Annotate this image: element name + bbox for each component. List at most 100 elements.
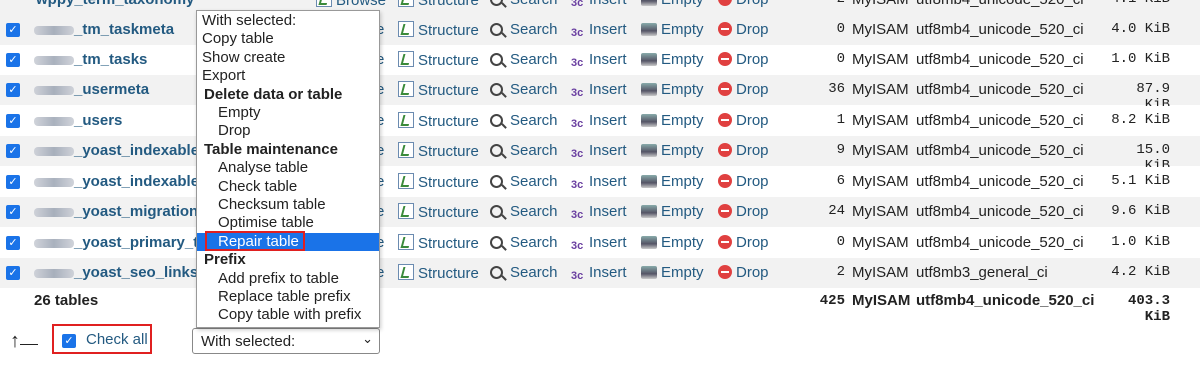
insert-link[interactable]: 3cInsert	[571, 51, 627, 70]
empty-link[interactable]: Empty	[641, 264, 704, 281]
table-name-link[interactable]: _yoast_indexable	[74, 142, 199, 159]
search-link[interactable]: Search	[490, 234, 558, 251]
empty-link[interactable]: Empty	[641, 142, 704, 159]
drop-link[interactable]: Drop	[718, 264, 769, 281]
row-checkbox[interactable]: ✓	[6, 23, 20, 37]
menu-item[interactable]: Empty	[197, 104, 379, 122]
drop-link[interactable]: Drop	[718, 51, 769, 68]
menu-item[interactable]: Add prefix to table	[197, 270, 379, 288]
drop-link[interactable]: Drop	[718, 142, 769, 159]
empty-link[interactable]: Empty	[641, 81, 704, 98]
table-row[interactable]: ✓ _yoast_seo_links e Structure Search 3c Inser…	[0, 258, 1200, 288]
insert-link[interactable]: 3cInsert	[571, 81, 627, 100]
structure-link[interactable]: Structure	[398, 142, 479, 160]
browse-link[interactable]: Browse	[316, 0, 386, 9]
table-row[interactable]: ✓ _usermeta e Structure Search 3c Insert Empty D…	[0, 75, 1200, 113]
table-name-link[interactable]: _usermeta	[74, 81, 149, 98]
with-selected-select[interactable]: With selected: ⌄	[192, 328, 380, 354]
row-checkbox[interactable]: ✓	[6, 266, 20, 280]
table-row[interactable]: ✓ _users e Structure Search 3c Insert Empty Drop…	[0, 106, 1200, 136]
drop-link[interactable]: Drop	[718, 21, 769, 38]
menu-item[interactable]: Show create	[197, 49, 379, 67]
table-name-link[interactable]: wppy_term_taxonomy	[36, 0, 194, 8]
check-all-label[interactable]: Check all	[86, 331, 148, 348]
structure-link[interactable]: Structure	[398, 51, 479, 69]
row-checkbox[interactable]: ✓	[6, 114, 20, 128]
table-row[interactable]: ✓ _yoast_indexable e Structure Search 3c Inser…	[0, 136, 1200, 174]
search-link[interactable]: Search	[490, 112, 558, 129]
empty-link[interactable]: Empty	[641, 173, 704, 190]
insert-icon: 3c	[571, 179, 584, 191]
menu-item[interactable]: Replace table prefix	[197, 288, 379, 306]
drop-link[interactable]: Drop	[718, 234, 769, 251]
menu-item[interactable]: Checksum table	[197, 196, 379, 214]
search-link[interactable]: Search	[490, 203, 558, 220]
row-checkbox[interactable]: ✓	[6, 83, 20, 97]
drop-link[interactable]: Drop	[718, 173, 769, 190]
menu-item[interactable]: Copy table with prefix	[197, 306, 379, 324]
table-name-link[interactable]: _yoast_migrations	[74, 203, 207, 220]
table-name-link[interactable]: _tm_tasks	[74, 51, 147, 68]
search-link[interactable]: Search	[490, 264, 558, 281]
drop-link[interactable]: Drop	[718, 203, 769, 220]
drop-link[interactable]: Drop	[718, 81, 769, 98]
empty-link[interactable]: Empty	[641, 112, 704, 129]
insert-link[interactable]: 3cInsert	[571, 264, 627, 283]
drop-link[interactable]: Drop	[718, 112, 769, 129]
structure-link[interactable]: Structure	[398, 81, 479, 99]
empty-link[interactable]: Empty	[641, 51, 704, 68]
insert-link[interactable]: 3cInsert	[571, 142, 627, 161]
empty-link[interactable]: Empty	[641, 203, 704, 220]
structure-link[interactable]: Structure	[398, 264, 479, 282]
table-name-link[interactable]: _yoast_seo_links	[74, 264, 198, 281]
insert-link[interactable]: 3cInsert	[571, 173, 627, 192]
search-link[interactable]: Search	[490, 81, 558, 98]
empty-link[interactable]: Empty	[641, 234, 704, 251]
insert-icon: 3c	[571, 209, 584, 221]
table-row[interactable]: wppy_term_taxonomy ★ Browse Structure Search…	[0, 0, 1200, 15]
row-checkbox[interactable]: ✓	[6, 175, 20, 189]
menu-item[interactable]: Check table	[197, 178, 379, 196]
row-checkbox[interactable]: ✓	[6, 144, 20, 158]
search-link[interactable]: Search	[490, 142, 558, 159]
star-icon[interactable]: ★	[277, 0, 295, 1]
check-all-checkbox[interactable]: ✓	[62, 334, 76, 348]
insert-link[interactable]: 3cInsert	[571, 234, 627, 253]
menu-item[interactable]: Copy table	[197, 30, 379, 48]
insert-link[interactable]: 3cInsert	[571, 112, 627, 131]
drop-link[interactable]: Drop	[718, 0, 769, 8]
structure-link[interactable]: Structure	[398, 112, 479, 130]
structure-link[interactable]: Structure	[398, 0, 479, 9]
table-row[interactable]: ✓ _tm_tasks e Structure Search 3c Insert Empty D…	[0, 45, 1200, 75]
search-link[interactable]: Search	[490, 0, 558, 8]
menu-item[interactable]: Drop	[197, 122, 379, 140]
search-link[interactable]: Search	[490, 173, 558, 190]
row-checkbox[interactable]: ✓	[6, 205, 20, 219]
search-link[interactable]: Search	[490, 21, 558, 38]
table-name-link[interactable]: _yoast_indexable	[74, 173, 199, 190]
search-link[interactable]: Search	[490, 51, 558, 68]
menu-item[interactable]: With selected:	[197, 12, 379, 30]
row-checkbox[interactable]: ✓	[6, 236, 20, 250]
row-checkbox[interactable]: ✓	[6, 53, 20, 67]
table-name-link[interactable]: _yoast_primary_t	[74, 234, 198, 251]
table-row[interactable]: ✓ _yoast_primary_t e Structure Search 3c Inser…	[0, 228, 1200, 258]
empty-icon	[641, 53, 657, 66]
structure-link[interactable]: Structure	[398, 234, 479, 252]
table-row[interactable]: ✓ _yoast_migrations e Structure Search 3c Inse…	[0, 197, 1200, 227]
menu-item[interactable]: Analyse table	[197, 159, 379, 177]
empty-link[interactable]: Empty	[641, 21, 704, 38]
empty-link[interactable]: Empty	[641, 0, 704, 8]
structure-link[interactable]: Structure	[398, 203, 479, 221]
structure-link[interactable]: Structure	[398, 173, 479, 191]
structure-link[interactable]: Structure	[398, 21, 479, 39]
table-row[interactable]: ✓ _yoast_indexable e Structure Search 3c Inser…	[0, 167, 1200, 197]
insert-link[interactable]: 3cInsert	[571, 0, 627, 10]
table-name-link[interactable]: _users	[74, 112, 122, 129]
insert-link[interactable]: 3cInsert	[571, 21, 627, 40]
menu-item[interactable]: Optimise table	[197, 214, 379, 232]
insert-link[interactable]: 3cInsert	[571, 203, 627, 222]
table-name-link[interactable]: _tm_taskmeta	[74, 21, 174, 38]
menu-item[interactable]: Export	[197, 67, 379, 85]
table-row[interactable]: ✓ _tm_taskmeta e Structure Search 3c Insert Emp…	[0, 15, 1200, 45]
